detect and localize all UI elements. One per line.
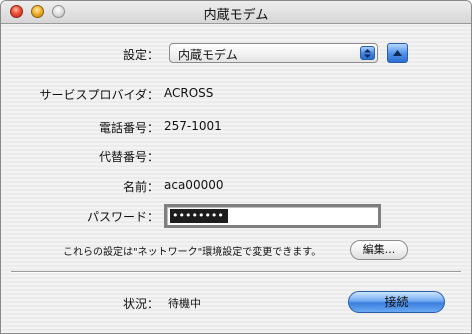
password-masked-text: •••••••• [170,209,228,223]
settings-popup[interactable]: 内蔵モデム [169,43,378,63]
alt-phone-label: 代替番号： [98,150,159,164]
disclosure-up-button[interactable] [387,43,408,63]
isp-label: サービスプロバイダ： [39,88,159,102]
popup-arrows-icon [360,46,375,60]
password-field[interactable]: •••••••• [164,204,381,228]
status-label: 状況： [122,297,159,311]
password-label: パスワード： [86,210,159,224]
phone-value: 257-1001 [164,119,222,133]
disclosure-up-icon [392,46,403,60]
phone-label: 電話番号： [98,121,159,135]
internet-connect-window: 内蔵モデム 設定： 内蔵モデム サービスプロバイダ： ACROSS 電話番号： … [0,0,472,334]
connect-button[interactable]: 接続 [348,291,445,313]
status-value: 待機中 [168,297,201,310]
window-title: 内蔵モデム [203,8,269,23]
name-value: aca00000 [164,178,224,192]
edit-button[interactable]: 編集... [350,240,408,260]
settings-selected-value: 内蔵モデム [178,48,238,62]
settings-label: 設定： [122,48,159,62]
titlebar: 内蔵モデム [1,1,471,24]
isp-value: ACROSS [164,86,214,100]
name-label: 名前： [122,180,159,194]
settings-note: これらの設定は"ネットワーク"環境設定で変更できます。 [63,247,322,258]
separator [11,271,461,273]
